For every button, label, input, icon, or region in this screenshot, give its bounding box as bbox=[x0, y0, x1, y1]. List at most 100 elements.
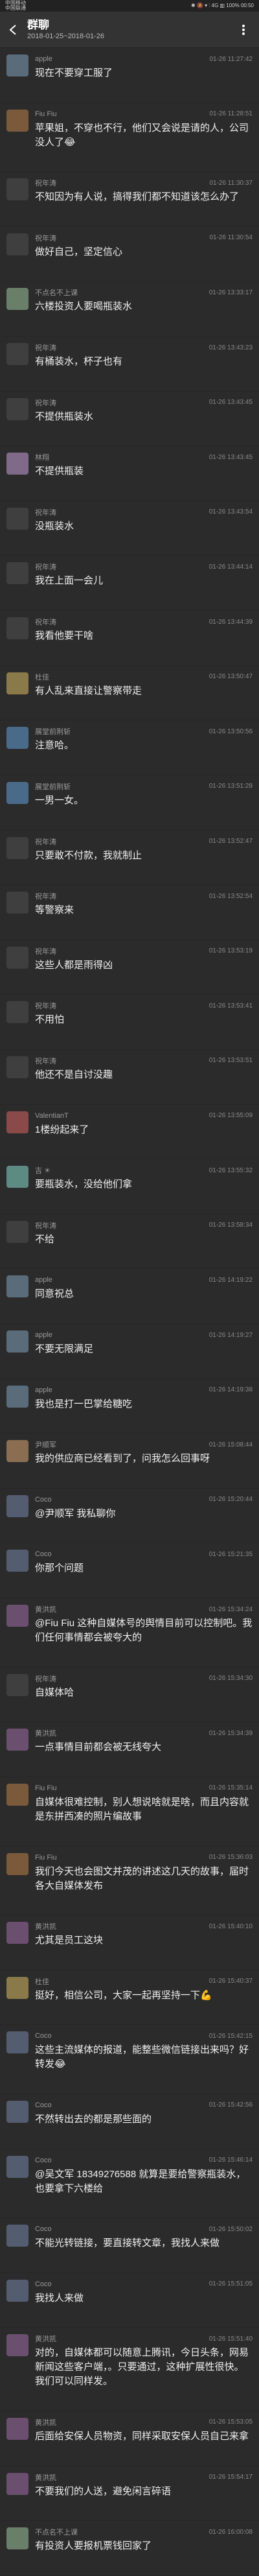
message-item[interactable]: 祝年涛 01-26 13:43:23 有桶装水，杯子也有 bbox=[0, 337, 259, 392]
avatar[interactable] bbox=[6, 507, 28, 530]
sender-name[interactable]: 不点名不上课 bbox=[35, 287, 78, 298]
sender-name[interactable]: apple bbox=[35, 1386, 52, 1394]
sender-name[interactable]: apple bbox=[35, 1276, 52, 1284]
sender-name[interactable]: 林翔 bbox=[35, 452, 49, 462]
message-item[interactable]: 不点名不上课 01-26 16:00:08 有投资人要报机票钱回家了 bbox=[0, 2521, 259, 2576]
sender-name[interactable]: 尹顺军 bbox=[35, 1439, 56, 1450]
avatar[interactable] bbox=[6, 1495, 28, 1517]
avatar[interactable] bbox=[6, 1220, 28, 1243]
message-item[interactable]: apple 01-26 14:19:27 不要无限满足 bbox=[0, 1324, 259, 1379]
avatar[interactable] bbox=[6, 2031, 28, 2054]
message-item[interactable]: 吉 ☀ 01-26 13:55:32 要瓶装水，没给他们拿 bbox=[0, 1159, 259, 1214]
message-item[interactable]: 展堂前荆斩 01-26 13:51:28 一男一女。 bbox=[0, 775, 259, 831]
sender-name[interactable]: apple bbox=[35, 55, 52, 63]
sender-name[interactable]: 祝年涛 bbox=[35, 397, 56, 408]
sender-name[interactable]: 吉 ☀ bbox=[35, 1165, 51, 1176]
sender-name[interactable]: 祝年涛 bbox=[35, 1000, 56, 1011]
sender-name[interactable]: 黄洪凯 bbox=[35, 2417, 56, 2428]
sender-name[interactable]: Coco bbox=[35, 1496, 52, 1504]
avatar[interactable] bbox=[6, 233, 28, 255]
avatar[interactable] bbox=[6, 1056, 28, 1078]
sender-name[interactable]: 黄洪凯 bbox=[35, 1604, 56, 1614]
sender-name[interactable]: Coco bbox=[35, 2225, 52, 2233]
message-item[interactable]: Coco 01-26 15:46:14 @吴文军 18349276588 就算是要给… bbox=[0, 2149, 259, 2219]
avatar[interactable] bbox=[6, 2472, 28, 2495]
message-item[interactable]: Coco 01-26 15:42:15 这些主流媒体的报道，能整些微信链接出来吗？好… bbox=[0, 2025, 259, 2094]
message-item[interactable]: 黄洪凯 01-26 15:51:40 对的，自媒体都可以随意上腾讯，今日头条，网易新… bbox=[0, 2328, 259, 2411]
sender-name[interactable]: 祝年涛 bbox=[35, 342, 56, 353]
sender-name[interactable]: 祝年涛 bbox=[35, 1056, 56, 1066]
sender-name[interactable]: Fiu Fiu bbox=[35, 1854, 57, 1861]
avatar[interactable] bbox=[6, 178, 28, 201]
message-item[interactable]: 祝年涛 01-26 13:53:51 他还不是自讨没趣 bbox=[0, 1050, 259, 1105]
sender-name[interactable]: Coco bbox=[35, 2157, 52, 2164]
avatar[interactable] bbox=[6, 2225, 28, 2247]
avatar[interactable] bbox=[6, 1166, 28, 1188]
message-item[interactable]: 黄洪凯 01-26 15:53:05 后面给安保人员物资，同样采取安保人员自己来拿 bbox=[0, 2411, 259, 2466]
avatar[interactable] bbox=[6, 1440, 28, 1463]
sender-name[interactable]: 杜佳 bbox=[35, 1976, 49, 1987]
message-item[interactable]: 祝年涛 01-26 13:52:47 只要敢不付款，我就制止 bbox=[0, 831, 259, 886]
avatar[interactable] bbox=[6, 2527, 28, 2550]
message-item[interactable]: 祝年涛 01-26 13:53:19 这些人都是雨得凶 bbox=[0, 940, 259, 995]
sender-name[interactable]: 黄洪凯 bbox=[35, 2472, 56, 2483]
avatar[interactable] bbox=[6, 892, 28, 914]
message-item[interactable]: 祝年涛 01-26 13:53:41 不用怕 bbox=[0, 995, 259, 1050]
avatar[interactable] bbox=[6, 1783, 28, 1806]
sender-name[interactable]: 祝年涛 bbox=[35, 507, 56, 517]
message-item[interactable]: apple 01-26 14:19:38 我也是打一巴掌给糖吃 bbox=[0, 1379, 259, 1434]
message-item[interactable]: 祝年涛 01-26 13:52:54 等警察来 bbox=[0, 885, 259, 940]
sender-name[interactable]: Coco bbox=[35, 2280, 52, 2288]
avatar[interactable] bbox=[6, 2417, 28, 2440]
sender-name[interactable]: 祝年涛 bbox=[35, 891, 56, 901]
message-item[interactable]: 祝年涛 01-26 15:34:30 自媒体哈 bbox=[0, 1668, 259, 1723]
avatar[interactable] bbox=[6, 617, 28, 640]
avatar[interactable] bbox=[6, 109, 28, 132]
message-item[interactable]: Coco 01-26 15:20:44 @尹顺军 我私聊你 bbox=[0, 1489, 259, 1544]
avatar[interactable] bbox=[6, 562, 28, 585]
message-item[interactable]: Coco 01-26 15:42:56 不然转出去的都是那些面的 bbox=[0, 2094, 259, 2149]
sender-name[interactable]: Coco bbox=[35, 2032, 52, 2040]
message-item[interactable]: 黄洪凯 01-26 15:54:17 不要我们的人送，避免闲言碎语 bbox=[0, 2466, 259, 2522]
message-item[interactable]: 杜佳 01-26 15:40:37 挺好，相信公司，大家一起再坚持一下💪 bbox=[0, 1970, 259, 2026]
message-item[interactable]: ValentianT 01-26 13:55:09 1楼纷起来了 bbox=[0, 1105, 259, 1160]
sender-name[interactable]: 祝年涛 bbox=[35, 1220, 56, 1231]
avatar[interactable] bbox=[6, 946, 28, 969]
avatar[interactable] bbox=[6, 836, 28, 859]
avatar[interactable] bbox=[6, 2334, 28, 2357]
avatar[interactable] bbox=[6, 1673, 28, 1696]
avatar[interactable] bbox=[6, 1922, 28, 1944]
avatar[interactable] bbox=[6, 1385, 28, 1408]
sender-name[interactable]: 展堂前荆斩 bbox=[35, 726, 71, 737]
message-list[interactable]: apple 01-26 11:27:42 现在不要穿工服了 Fiu Fiu 01-26 … bbox=[0, 48, 259, 2576]
message-item[interactable]: Coco 01-26 15:50:02 不能光转链接，要直接转文章，我找人来做 bbox=[0, 2218, 259, 2273]
avatar[interactable] bbox=[6, 672, 28, 694]
avatar[interactable] bbox=[6, 2155, 28, 2178]
sender-name[interactable]: 黄洪凯 bbox=[35, 1728, 56, 1738]
avatar[interactable] bbox=[6, 1330, 28, 1353]
avatar[interactable] bbox=[6, 1001, 28, 1024]
message-item[interactable]: 不点名不上课 01-26 13:33:17 六楼投资人要喝瓶装水 bbox=[0, 281, 259, 337]
message-item[interactable]: 祝年涛 01-26 13:58:34 不给 bbox=[0, 1214, 259, 1270]
sender-name[interactable]: 不点名不上课 bbox=[35, 2527, 78, 2537]
sender-name[interactable]: 祝年涛 bbox=[35, 617, 56, 627]
sender-name[interactable]: apple bbox=[35, 1331, 52, 1339]
avatar[interactable] bbox=[6, 1976, 28, 1999]
message-item[interactable]: Fiu Fiu 01-26 15:35:14 自媒体很难控制，别人想说啥就是啥，而且… bbox=[0, 1777, 259, 1847]
avatar[interactable] bbox=[6, 2100, 28, 2123]
sender-name[interactable]: ValentianT bbox=[35, 1112, 69, 1120]
avatar[interactable] bbox=[6, 1275, 28, 1298]
message-item[interactable]: 黄洪凯 01-26 15:40:10 尤其是员工这块 bbox=[0, 1915, 259, 1970]
message-item[interactable]: 尹顺军 01-26 15:08:44 我的供应商已经看到了，问我怎么回事呀 bbox=[0, 1434, 259, 1489]
back-button[interactable] bbox=[6, 23, 21, 37]
sender-name[interactable]: 杜佳 bbox=[35, 672, 49, 682]
message-item[interactable]: apple 01-26 14:19:22 同意祝总 bbox=[0, 1269, 259, 1325]
sender-name[interactable]: Fiu Fiu bbox=[35, 1784, 57, 1792]
sender-name[interactable]: 祝年涛 bbox=[35, 233, 56, 243]
more-button[interactable] bbox=[234, 21, 253, 39]
avatar[interactable] bbox=[6, 1605, 28, 1627]
avatar[interactable] bbox=[6, 781, 28, 804]
sender-name[interactable]: 祝年涛 bbox=[35, 1673, 56, 1684]
message-item[interactable]: 祝年涛 01-26 13:43:54 没瓶装水 bbox=[0, 501, 259, 556]
sender-name[interactable]: 祝年涛 bbox=[35, 946, 56, 956]
